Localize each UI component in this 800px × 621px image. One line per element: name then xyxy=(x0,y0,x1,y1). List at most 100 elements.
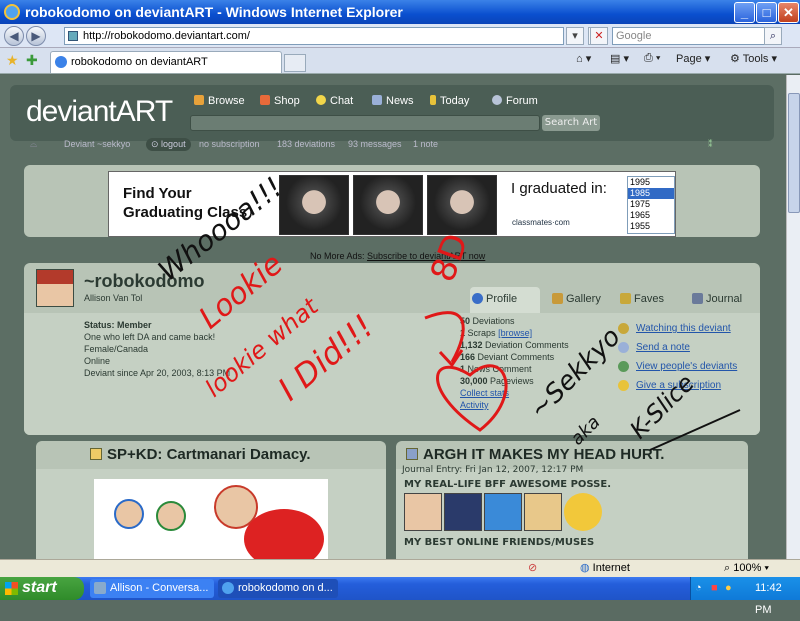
subscribe-link[interactable]: Subscribe to deviantART now xyxy=(367,251,485,261)
messages-count[interactable]: 93 messages xyxy=(348,135,402,153)
deviation-header: SP+KD: Cartmanari Damacy. xyxy=(36,441,386,469)
subscription-status[interactable]: no subscription xyxy=(199,135,260,153)
forward-arrow-icon[interactable]: ▶ xyxy=(26,26,46,46)
maximize-button[interactable]: □ xyxy=(756,2,777,23)
favorites-star-icon[interactable]: ★ xyxy=(6,53,19,69)
page-icon xyxy=(68,31,78,41)
tab-ie-icon xyxy=(55,56,67,68)
task-button-active[interactable]: robokodomo on d... xyxy=(218,579,338,598)
friend-avatar[interactable] xyxy=(524,493,562,531)
page-content: deviantART Browse Shop Chat News Today F… xyxy=(0,75,786,559)
tab-profile-label: Profile xyxy=(486,293,518,305)
no-ads-line: No More Ads: Subscribe to deviantART now xyxy=(310,251,485,261)
zoom-control[interactable]: ⌕ 100% ▾ xyxy=(724,560,769,576)
page-menu[interactable]: Page ▾ xyxy=(676,52,710,65)
nav-browse[interactable]: Browse xyxy=(194,95,245,107)
tab-journal-label: Journal xyxy=(706,293,743,305)
nav-today[interactable]: Today xyxy=(430,95,469,107)
friend-avatar[interactable] xyxy=(444,493,482,531)
activity-link[interactable]: Activity xyxy=(460,400,489,410)
watching-link[interactable]: Watching this deviant xyxy=(636,323,731,334)
nav-forum[interactable]: Forum xyxy=(492,95,538,107)
tools-menu[interactable]: ⚙ Tools ▾ xyxy=(730,52,777,65)
nav-news[interactable]: News xyxy=(372,95,414,107)
new-tab-button[interactable] xyxy=(284,54,306,72)
year-select[interactable]: 1995 1985 1975 1965 1955 xyxy=(627,176,675,234)
posse-heading: MY REAL-LIFE BFF AWESOME POSSE. xyxy=(404,479,612,490)
collect-stats-link[interactable]: Collect stats xyxy=(460,388,509,398)
da-logo[interactable]: deviantART xyxy=(26,95,173,129)
view-deviants-link[interactable]: View people's deviants xyxy=(636,361,737,372)
year-option[interactable]: 1955 xyxy=(628,221,674,232)
give-subscription-link[interactable]: Give a subscription xyxy=(636,380,721,391)
task-button[interactable]: Allison - Conversa... xyxy=(90,579,214,598)
stat-row: 1 Scraps [browse] xyxy=(460,327,569,339)
task-label: Allison - Conversa... xyxy=(110,582,209,594)
profile-stats: 50 Deviations 1 Scraps [browse] 1,132 De… xyxy=(460,315,569,411)
dropdown-icon[interactable]: ▾ xyxy=(566,27,584,45)
tab-journal[interactable]: Journal xyxy=(690,287,756,313)
profile-status: Status: Member One who left DA and came … xyxy=(84,319,230,379)
browser-tab[interactable]: robokodomo on deviantART xyxy=(50,51,282,73)
stat-row: 30,000 Pageviews xyxy=(460,375,569,387)
add-favorite-icon[interactable]: ✚ xyxy=(26,53,38,69)
friend-avatar[interactable] xyxy=(404,493,442,531)
avatar[interactable] xyxy=(36,269,74,307)
profile-body: Status: Member One who left DA and came … xyxy=(24,313,760,435)
stat-row: 50 Deviations xyxy=(460,315,569,327)
classmates-ad[interactable]: Find Your Graduating Class I graduated i… xyxy=(108,171,676,237)
home-icon[interactable]: ⌂ ▾ xyxy=(576,52,591,65)
year-option[interactable]: 1975 xyxy=(628,199,674,210)
deviation-title[interactable]: SP+KD: Cartmanari Damacy. xyxy=(107,446,311,463)
status-line: Deviant since Apr 20, 2003, 8:13 PM xyxy=(84,368,231,378)
tray-icon[interactable]: ● xyxy=(725,577,732,599)
user-bar: ⌓ Deviant ~sekkyo ⊙ logout no subscripti… xyxy=(0,135,786,153)
zone-indicator: ◍ Internet xyxy=(580,560,630,576)
tab-faves-label: Faves xyxy=(634,293,664,305)
search-input[interactable]: Google xyxy=(612,27,780,45)
status-line: Online xyxy=(84,356,111,366)
browse-scraps-link[interactable]: [browse] xyxy=(498,328,532,338)
nav-forum-label: Forum xyxy=(506,95,538,107)
da-emblem-icon[interactable]: ⌓ xyxy=(30,135,37,153)
friend-avatar[interactable] xyxy=(564,493,602,531)
friend-avatar[interactable] xyxy=(484,493,522,531)
start-button[interactable]: start xyxy=(0,577,84,600)
notes-count[interactable]: 1 note xyxy=(413,135,438,153)
deviation-thumbnail[interactable] xyxy=(94,479,328,559)
da-search-input[interactable] xyxy=(190,115,540,131)
vertical-scrollbar[interactable] xyxy=(786,75,800,559)
year-option[interactable]: 1995 xyxy=(628,177,674,188)
classmates-logo: classmates·com xyxy=(512,218,570,227)
tray-icon[interactable]: ◔ xyxy=(695,577,702,599)
print-icon[interactable]: ⎙ ▾ xyxy=(644,52,660,65)
send-note-link[interactable]: Send a note xyxy=(636,342,690,353)
logout-button[interactable]: ⊙ logout xyxy=(146,138,191,151)
tab-faves[interactable]: Faves xyxy=(618,287,678,313)
tray-icon[interactable]: ■ xyxy=(711,577,718,599)
close-button[interactable]: ✕ xyxy=(778,2,799,23)
status-icon[interactable]: ⁑ xyxy=(708,135,713,153)
window-title: robokodomo on deviantART - Windows Inter… xyxy=(25,4,403,20)
nav-chat[interactable]: Chat xyxy=(316,95,353,107)
avatar-hair xyxy=(37,270,73,284)
profile-title: Allison Van Tol xyxy=(84,293,143,303)
nav-shop[interactable]: Shop xyxy=(260,95,300,107)
search-art-button[interactable]: Search Art xyxy=(542,115,600,131)
minimize-button[interactable]: _ xyxy=(734,2,755,23)
journal-title[interactable]: ARGH IT MAKES MY HEAD HURT. xyxy=(423,446,664,463)
clock[interactable]: 11:42 PM xyxy=(755,577,800,621)
back-arrow-icon[interactable]: ◀ xyxy=(4,26,24,46)
scroll-thumb[interactable] xyxy=(788,93,800,213)
user-link[interactable]: Deviant ~sekkyo xyxy=(64,135,130,153)
tab-profile[interactable]: Profile xyxy=(470,287,540,313)
tab-gallery[interactable]: Gallery xyxy=(550,287,610,313)
feeds-icon[interactable]: ▤ ▾ xyxy=(610,52,629,65)
year-option[interactable]: 1965 xyxy=(628,210,674,221)
deviations-count[interactable]: 183 deviations xyxy=(277,135,335,153)
popup-blocker-icon[interactable]: ⊘ xyxy=(528,560,537,576)
year-option-selected[interactable]: 1985 xyxy=(628,188,674,199)
url-field[interactable]: http://robokodomo.deviantart.com/ xyxy=(64,27,564,45)
stop-icon[interactable]: ✕ xyxy=(590,27,608,45)
search-icon[interactable]: ⌕ xyxy=(764,27,782,45)
